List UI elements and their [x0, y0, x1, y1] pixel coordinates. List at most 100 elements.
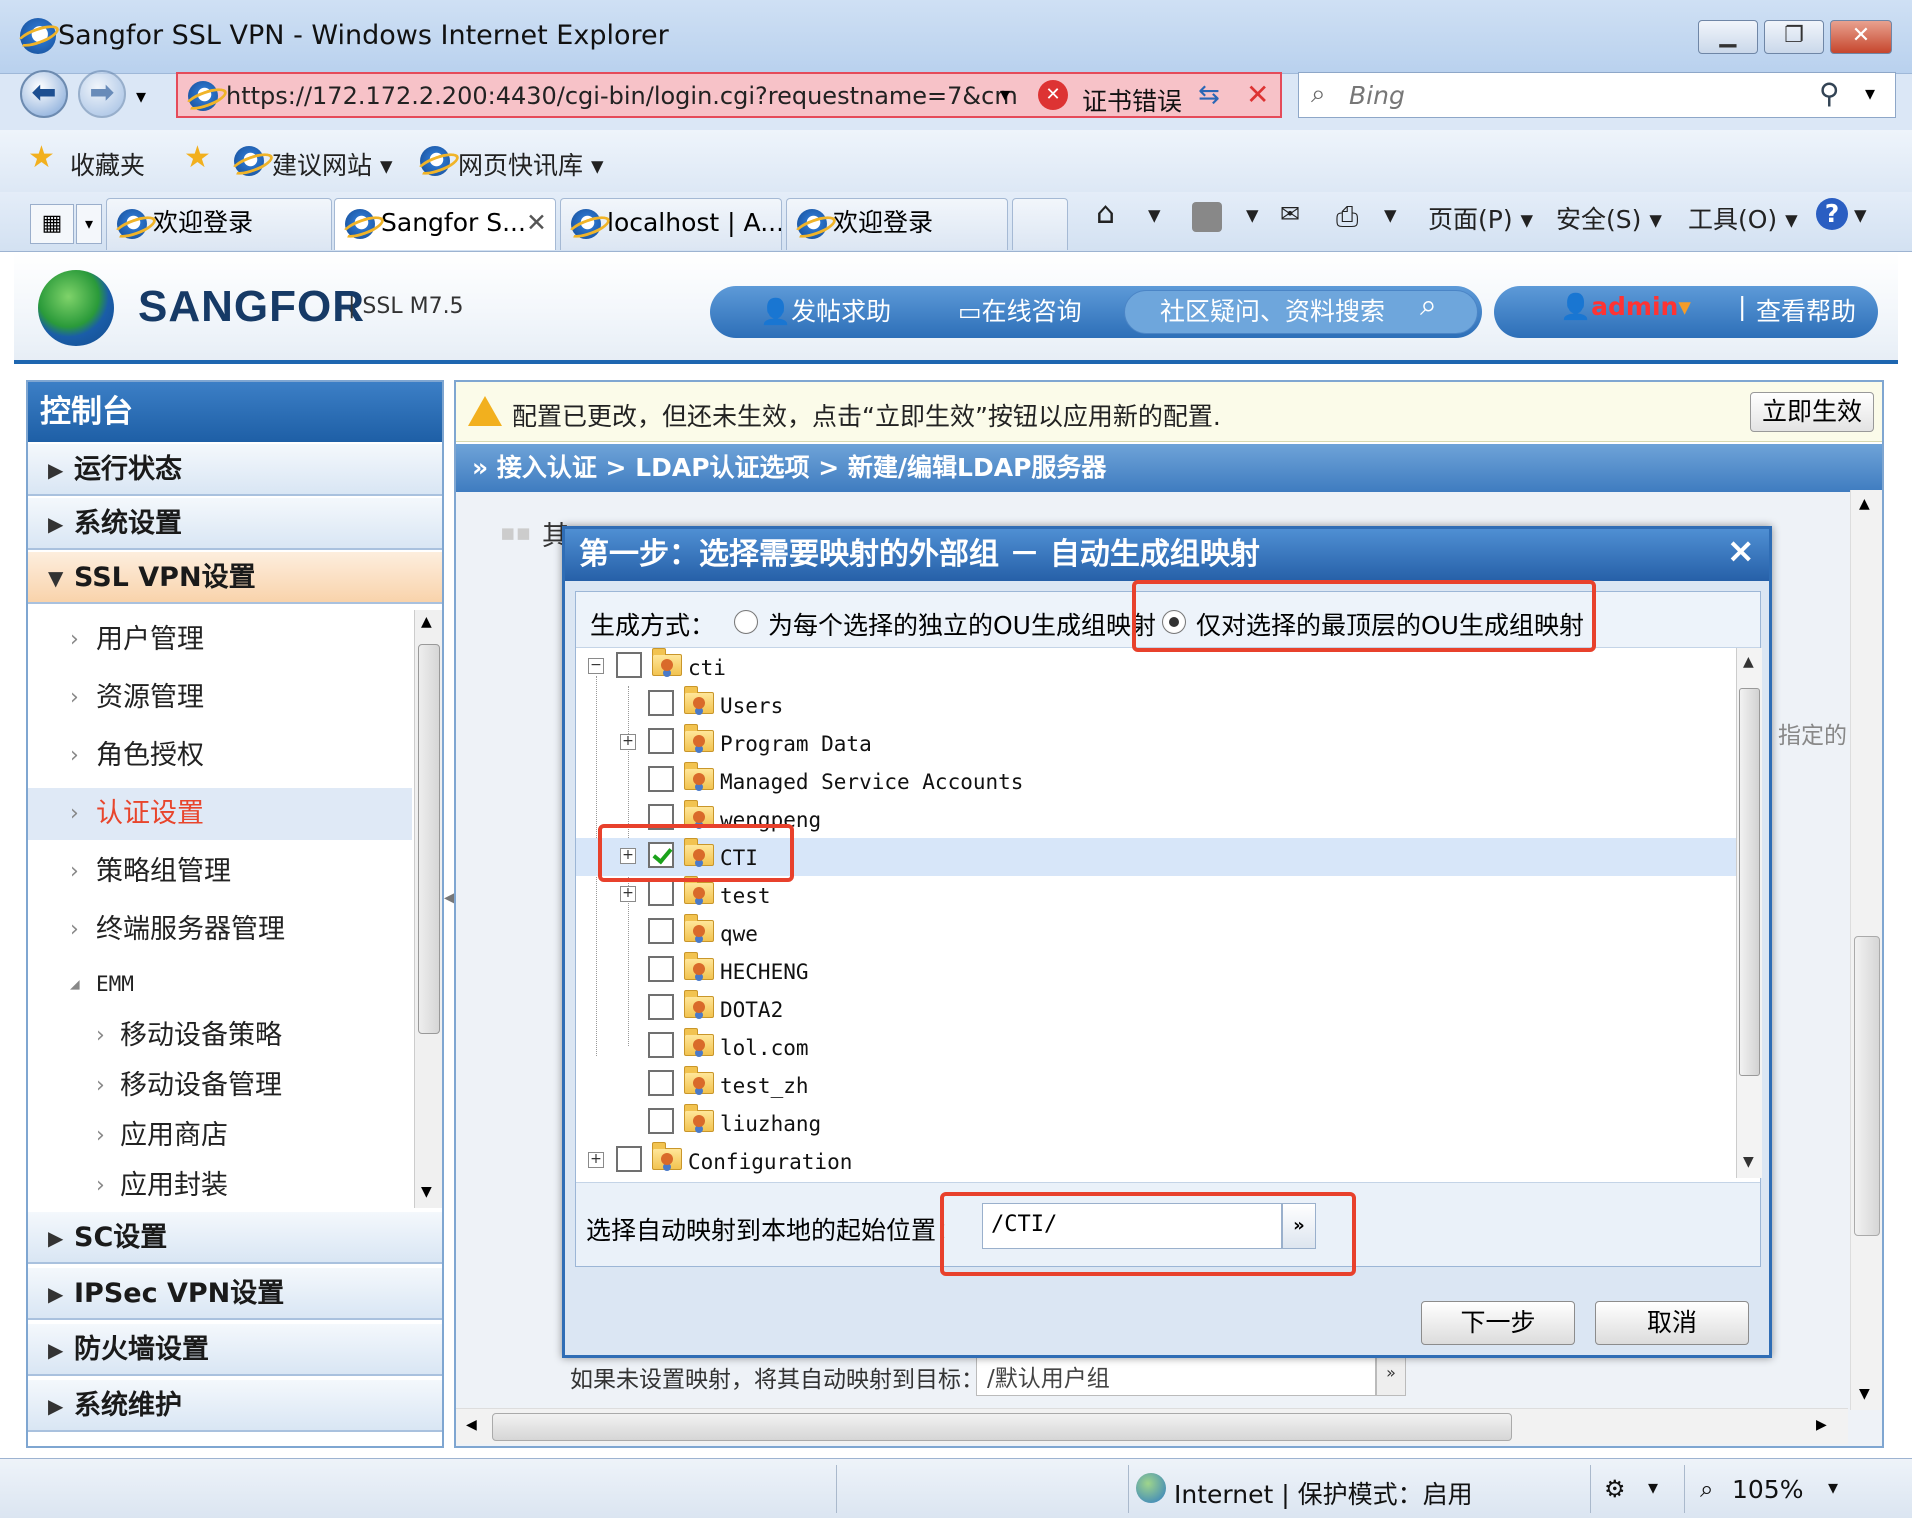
scroll-up-icon[interactable]: ▲ — [1859, 496, 1870, 512]
tree-node-cti[interactable]: − cti — [576, 648, 1736, 686]
unmapped-target-picker[interactable]: » — [1376, 1352, 1406, 1396]
tab-welcome-1[interactable]: 欢迎登录 — [106, 198, 332, 250]
apply-now-button[interactable]: 立即生效 — [1750, 392, 1874, 432]
search-dropdown-icon[interactable]: ▾ — [1865, 81, 1875, 105]
expand-icon[interactable]: + — [620, 734, 636, 750]
sidebar-section-ipsec[interactable]: ▶ IPSec VPN设置 — [28, 1268, 442, 1320]
view-help-link[interactable]: 查看帮助 — [1756, 292, 1856, 328]
page-menu[interactable]: 页面(P) ▾ — [1428, 200, 1533, 236]
sidebar-item-app-wrap[interactable]: › 应用封装 — [28, 1160, 412, 1212]
safety-menu[interactable]: 安全(S) ▾ — [1556, 200, 1662, 236]
url-text[interactable]: https://172.172.2.200:4430/cgi-bin/login… — [226, 82, 1046, 110]
mode-option-each-ou[interactable]: 为每个选择的独立的OU生成组映射 — [768, 606, 1156, 642]
checkbox[interactable] — [616, 652, 642, 678]
sidebar-section-system[interactable]: ▶ 系统设置 — [28, 498, 442, 550]
sidebar-section-status[interactable]: ▶ 运行状态 — [28, 444, 442, 496]
scrollbar-thumb[interactable] — [1854, 936, 1880, 1236]
cancel-button[interactable]: 取消 — [1595, 1301, 1749, 1345]
scroll-down-icon[interactable]: ▼ — [1859, 1386, 1870, 1402]
minimize-button[interactable]: ▁ — [1698, 20, 1758, 54]
close-icon[interactable]: × — [1727, 531, 1756, 571]
tree-scrollbar[interactable]: ▲ ▼ — [1736, 648, 1762, 1178]
help-dropdown-icon[interactable]: ▾ — [1854, 200, 1867, 229]
back-button[interactable]: ⬅ — [20, 70, 68, 118]
search-box[interactable]: ⌕ Bing ⚲ ▾ — [1298, 72, 1896, 118]
tree-node-dota2[interactable]: DOTA2 — [576, 990, 1736, 1028]
mail-icon[interactable]: ✉ — [1280, 200, 1300, 228]
scrollbar-thumb[interactable] — [492, 1413, 1512, 1441]
zoom-icon[interactable]: ⌕ — [1700, 1475, 1713, 1503]
sidebar-section-maintenance[interactable]: ▶ 系统维护 — [28, 1380, 442, 1432]
help-icon[interactable]: ? — [1816, 198, 1848, 230]
zoom-dropdown-icon[interactable]: ▾ — [1828, 1475, 1838, 1499]
certificate-error[interactable]: 证书错误 — [1082, 82, 1182, 118]
close-window-button[interactable]: ✕ — [1830, 20, 1892, 54]
tree-node-configuration[interactable]: + Configuration — [576, 1142, 1736, 1178]
checkbox[interactable] — [648, 1032, 674, 1058]
sidebar-item-policy-group[interactable]: › 策略组管理 — [28, 846, 412, 898]
checkbox[interactable] — [648, 1108, 674, 1134]
search-icon[interactable]: ⚲ — [1819, 77, 1840, 110]
feeds-icon[interactable] — [1192, 202, 1222, 232]
tab-list-dropdown[interactable]: ▾ — [76, 204, 102, 244]
tab-sangfor[interactable]: Sangfor S... ✕ — [334, 198, 556, 250]
refresh-icon[interactable]: ⇆ — [1198, 80, 1220, 110]
tab-localhost[interactable]: localhost | A... — [560, 198, 782, 250]
tree-node-lol-com[interactable]: lol.com — [576, 1028, 1736, 1066]
tree-node-qwe[interactable]: qwe — [576, 914, 1736, 952]
new-tab-button[interactable] — [1012, 198, 1068, 250]
checkbox[interactable] — [648, 728, 674, 754]
web-slice-gallery-link[interactable]: 网页快讯库 ▾ — [458, 146, 604, 182]
sidebar-scrollbar[interactable]: ▲ ▼ — [414, 610, 442, 1208]
history-dropdown-icon[interactable]: ▾ — [136, 84, 146, 108]
sidebar-section-firewall[interactable]: ▶ 防火墙设置 — [28, 1324, 442, 1376]
scrollbar-thumb[interactable] — [1739, 688, 1760, 1076]
main-vertical-scrollbar[interactable]: ▲ ▼ — [1850, 490, 1882, 1410]
sidebar-item-terminal-server[interactable]: › 终端服务器管理 — [28, 904, 412, 956]
suggested-sites-link[interactable]: 建议网站 ▾ — [272, 146, 393, 182]
add-favorite-icon[interactable]: ★ — [184, 140, 211, 175]
tree-node-program-data[interactable]: + Program Data — [576, 724, 1736, 762]
popup-blocker-icon[interactable]: ⚙ — [1604, 1475, 1626, 1503]
mode-radio-each-ou[interactable] — [734, 610, 758, 634]
scroll-up-icon[interactable]: ▲ — [421, 614, 432, 630]
zoom-level[interactable]: 105% — [1732, 1475, 1803, 1504]
checkbox[interactable] — [648, 690, 674, 716]
next-step-button[interactable]: 下一步 — [1421, 1301, 1575, 1345]
tree-node-managed-service-accounts[interactable]: Managed Service Accounts — [576, 762, 1736, 800]
tab-welcome-2[interactable]: 欢迎登录 — [786, 198, 1008, 250]
sidebar-item-mobile-policy[interactable]: › 移动设备策略 — [28, 1010, 412, 1062]
print-icon[interactable]: ⎙ — [1336, 200, 1358, 234]
scroll-down-icon[interactable]: ▼ — [1743, 1154, 1754, 1170]
expand-icon[interactable]: + — [620, 886, 636, 902]
address-bar[interactable]: https://172.172.2.200:4430/cgi-bin/login… — [176, 72, 1282, 118]
stop-icon[interactable]: ✕ — [1246, 78, 1269, 111]
popup-dropdown-icon[interactable]: ▾ — [1648, 1475, 1658, 1499]
search-icon[interactable]: ⌕ — [1420, 288, 1437, 323]
forward-button[interactable]: ➡ — [78, 70, 126, 118]
collapse-icon[interactable]: − — [588, 658, 604, 674]
post-help-link[interactable]: 👤发帖求助 — [760, 292, 891, 328]
scroll-right-icon[interactable]: ▶ — [1816, 1417, 1827, 1433]
feeds-dropdown-icon[interactable]: ▾ — [1246, 200, 1259, 229]
tree-node-liuzhang[interactable]: liuzhang — [576, 1104, 1736, 1142]
tree-node-hecheng[interactable]: HECHENG — [576, 952, 1736, 990]
checkbox[interactable] — [648, 918, 674, 944]
sidebar-section-sslvpn[interactable]: ▼ SSL VPN设置 — [28, 552, 442, 604]
checkbox[interactable] — [648, 994, 674, 1020]
scroll-down-icon[interactable]: ▼ — [421, 1184, 432, 1200]
sidebar-collapse-handle[interactable]: ◀ — [444, 890, 455, 970]
checkbox[interactable] — [648, 1070, 674, 1096]
home-dropdown-icon[interactable]: ▾ — [1148, 200, 1161, 229]
checkbox[interactable] — [648, 766, 674, 792]
user-menu[interactable]: 👤admin▾ — [1560, 292, 1691, 322]
maximize-button[interactable]: ❐ — [1764, 20, 1824, 54]
expand-icon[interactable]: + — [588, 1152, 604, 1168]
shield-error-icon[interactable]: ✕ — [1038, 80, 1068, 110]
favorites-star-icon[interactable]: ★ — [28, 140, 55, 175]
home-icon[interactable]: ⌂ — [1096, 196, 1115, 231]
main-horizontal-scrollbar[interactable]: ◀ ▶ — [456, 1408, 1848, 1444]
online-consult-link[interactable]: ▭在线咨询 — [958, 292, 1082, 328]
print-dropdown-icon[interactable]: ▾ — [1384, 200, 1397, 229]
address-dropdown-icon[interactable]: ▾ — [1000, 82, 1010, 106]
